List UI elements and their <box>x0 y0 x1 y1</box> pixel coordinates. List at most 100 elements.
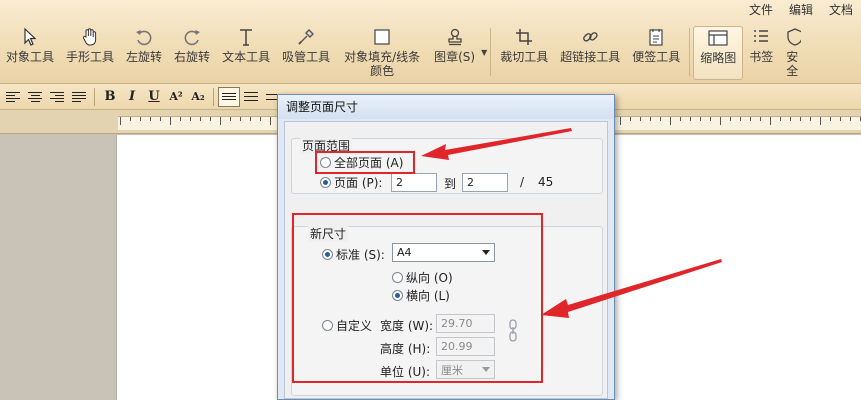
security-button[interactable]: 安全 <box>779 26 802 80</box>
fill-color-icon <box>370 26 394 48</box>
link-icon <box>578 26 602 48</box>
ruler-tick <box>270 117 271 125</box>
ruler-tick <box>740 117 741 121</box>
underline-button[interactable]: U <box>143 87 165 107</box>
ruler-tick <box>780 117 781 121</box>
ruler-tick <box>810 117 811 121</box>
superscript-button[interactable]: A² <box>165 87 187 107</box>
page-slash: / <box>520 175 525 189</box>
justify-icon <box>72 91 86 102</box>
toolbar-divider <box>490 28 492 76</box>
line-spacing-icon <box>222 93 236 100</box>
crop-icon <box>512 26 536 48</box>
ruler-tick <box>800 117 801 121</box>
hyperlink-tool-button[interactable]: 超链接工具 <box>554 26 626 80</box>
ruler-tick <box>230 117 231 121</box>
ruler-tick <box>760 117 761 121</box>
ruler-tick <box>160 117 161 121</box>
stamp-icon <box>443 26 467 48</box>
eyedropper-icon <box>294 26 318 48</box>
ruler-tick <box>180 117 181 121</box>
ruler-tick <box>150 117 151 121</box>
rotate-left-button[interactable]: 左旋转 <box>120 26 168 80</box>
ruler-tick <box>850 117 851 121</box>
security-icon <box>783 26 802 48</box>
rotate-right-icon <box>180 26 204 48</box>
rotate-left-icon <box>132 26 156 48</box>
pages-label: 页面 (P): <box>334 176 383 190</box>
bold-button[interactable]: B <box>99 87 121 107</box>
ruler-tick <box>130 117 131 121</box>
ruler-tick <box>840 117 841 121</box>
ruler-tick <box>220 117 221 125</box>
justify-button[interactable] <box>68 87 90 107</box>
stamp-tool-button[interactable]: 图章(S) <box>428 26 481 80</box>
ruler-tick <box>200 117 201 121</box>
line-spacing-icon <box>244 92 258 101</box>
menu-edit[interactable]: 编辑 <box>781 2 821 18</box>
text-tool-icon <box>234 26 258 48</box>
tool-row: 对象工具 手形工具 左旋转 右旋转 文本工具 吸管工具 对象填充/线条颜色 图章… <box>0 26 802 80</box>
hand-icon <box>78 26 102 48</box>
ruler-tick <box>650 117 651 121</box>
ruler-tick <box>670 117 671 125</box>
align-center-button[interactable] <box>24 87 46 107</box>
align-right-button[interactable] <box>46 87 68 107</box>
bookmark-button[interactable]: 书签 <box>743 26 779 80</box>
ruler-tick <box>680 117 681 121</box>
align-left-button[interactable] <box>2 87 24 107</box>
dialog-title: 调整页面尺寸 <box>278 95 614 119</box>
cursor-arrow-icon <box>18 26 42 48</box>
pages-option[interactable]: 页面 (P): <box>320 174 382 191</box>
page-from-input[interactable]: 2 <box>391 173 437 192</box>
ruler-tick <box>730 117 731 121</box>
format-divider <box>94 87 95 106</box>
ruler-tick <box>620 117 621 125</box>
eyedropper-tool-button[interactable]: 吸管工具 <box>276 26 336 80</box>
crop-tool-button[interactable]: 裁切工具 <box>494 26 554 80</box>
highlight-box-new-size <box>292 213 543 383</box>
menu-file[interactable]: 文件 <box>741 2 781 18</box>
align-center-icon <box>28 91 42 102</box>
ruler-tick <box>210 117 211 121</box>
ruler-tick <box>170 117 171 125</box>
ruler-tick <box>830 117 831 121</box>
line-spacing-single-button[interactable] <box>218 86 240 107</box>
format-divider <box>213 87 214 106</box>
note-icon <box>644 26 668 48</box>
page-to-label: 到 <box>444 177 457 191</box>
ruler-tick <box>720 117 721 125</box>
ruler-tick <box>790 117 791 121</box>
ruler-tick <box>250 117 251 121</box>
object-tool-button[interactable]: 对象工具 <box>0 26 60 80</box>
ruler-tick <box>260 117 261 121</box>
fill-color-button[interactable]: 对象填充/线条颜色 <box>336 26 428 80</box>
page-total: 45 <box>538 175 554 189</box>
line-spacing-double-button[interactable] <box>240 87 262 107</box>
italic-button[interactable]: I <box>121 87 143 107</box>
menu-document[interactable]: 文档 <box>821 2 861 18</box>
ruler-tick <box>660 117 661 121</box>
menu-bar: 文件 编辑 文档 <box>741 2 861 18</box>
ruler-tick <box>710 117 711 121</box>
hand-tool-button[interactable]: 手形工具 <box>60 26 120 80</box>
pages-radio[interactable] <box>320 177 331 188</box>
thumbnail-button[interactable]: 缩略图 <box>693 26 744 80</box>
ruler-tick <box>240 117 241 121</box>
thumbnail-icon <box>706 27 730 49</box>
note-tool-button[interactable]: 便签工具 <box>626 26 686 80</box>
subscript-button[interactable]: A₂ <box>187 87 209 107</box>
text-tool-button[interactable]: 文本工具 <box>216 26 276 80</box>
main-toolbar: 文件 编辑 文档 对象工具 手形工具 左旋转 右旋转 文本工具 吸管工具 对象填… <box>0 0 861 84</box>
stamp-dropdown-chevron-icon[interactable]: ▼ <box>481 48 487 57</box>
highlight-box-all-pages <box>315 151 415 174</box>
ruler-tick <box>690 117 691 121</box>
ruler-tick <box>820 117 821 125</box>
ruler-tick <box>750 117 751 121</box>
rotate-right-button[interactable]: 右旋转 <box>168 26 216 80</box>
ruler-tick <box>140 117 141 121</box>
page-to-input[interactable]: 2 <box>462 173 508 192</box>
ruler-tick <box>190 117 191 121</box>
ruler-tick <box>120 117 121 125</box>
align-left-icon <box>6 91 20 102</box>
